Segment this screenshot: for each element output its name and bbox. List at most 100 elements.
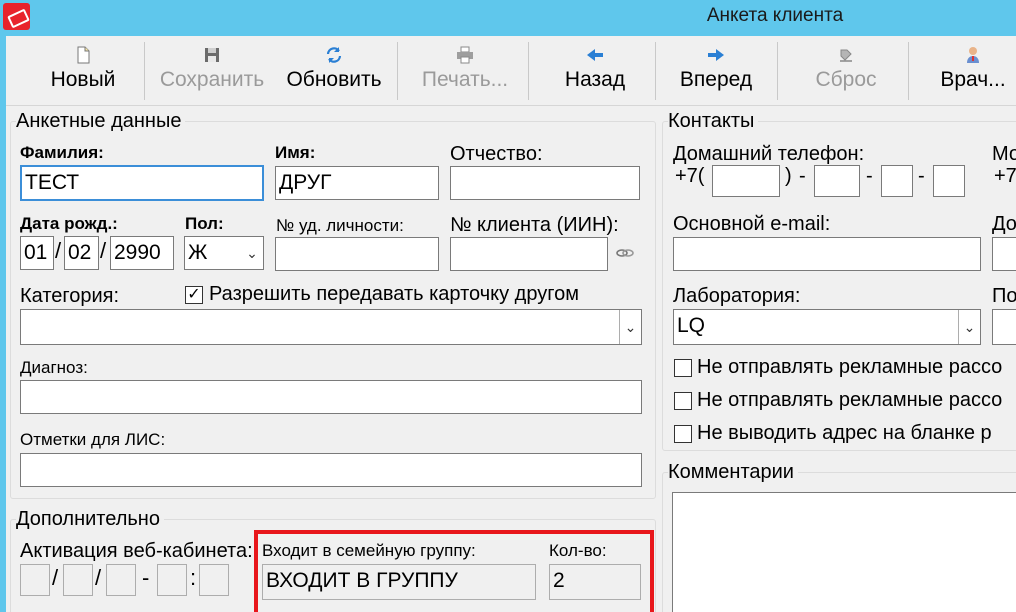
patronymic-label: Отчество:: [450, 143, 543, 165]
web-cabinet-field-4[interactable]: [157, 564, 187, 596]
floppy-disk-icon: [205, 48, 219, 62]
no-ads-label-2: Не отправлять рекламные рассо: [697, 389, 1003, 411]
mobile-phone-prefix: +7: [994, 165, 1016, 187]
email-label: Основной e-mail:: [673, 213, 831, 235]
refresh-button-label: Обновить: [286, 68, 382, 91]
phone-part1-input[interactable]: [814, 165, 860, 197]
laboratory-label: Лаборатория:: [673, 285, 801, 307]
category-label: Категория:: [20, 285, 120, 307]
back-button-label: Назад: [564, 68, 626, 91]
category-select[interactable]: ⌄: [20, 309, 642, 345]
doctor-button[interactable]: Врач...: [930, 42, 1016, 102]
additional-contact-label: До: [992, 213, 1016, 235]
lis-notes-input[interactable]: [20, 453, 642, 487]
birth-year-input[interactable]: 2990: [110, 236, 174, 270]
no-ads-checkbox-1[interactable]: [674, 359, 692, 377]
gender-value: Ж: [188, 241, 208, 264]
web-cabinet-separator: :: [190, 565, 197, 590]
chevron-down-icon[interactable]: ⌄: [619, 310, 641, 344]
highlight-frame: [254, 530, 654, 612]
surname-input[interactable]: ТЕСТ: [20, 165, 264, 201]
phone-prefix: +7(: [675, 165, 705, 187]
home-phone-label: Домашний телефон:: [673, 143, 865, 165]
birth-day-input[interactable]: 01: [20, 236, 54, 270]
diagnosis-label: Диагноз:: [20, 358, 88, 377]
printer-icon: [457, 46, 473, 64]
chevron-down-icon[interactable]: ⌄: [241, 237, 263, 269]
name-label: Имя:: [275, 143, 316, 162]
allow-transfer-label: Разрешить передавать карточку другом: [209, 283, 579, 305]
forward-button-label: Вперед: [679, 68, 753, 91]
laboratory-value: LQ: [677, 314, 706, 337]
web-cabinet-separator: /: [95, 565, 102, 590]
new-document-icon: [77, 46, 90, 64]
doctor-button-label: Врач...: [940, 68, 1006, 91]
extra-field-input[interactable]: [992, 309, 1016, 345]
arrow-right-icon: [708, 49, 724, 61]
phone-part2-input[interactable]: [881, 165, 913, 197]
web-cabinet-field-1[interactable]: [20, 564, 50, 596]
phone-bracket: ): [785, 165, 792, 187]
comments-title: Комментарии: [668, 461, 798, 484]
date-separator: /: [100, 238, 107, 263]
hide-address-checkbox[interactable]: [674, 425, 692, 443]
phone-part3-input[interactable]: [933, 165, 965, 197]
contacts-title: Контакты: [668, 110, 759, 133]
window-frame-left: [0, 36, 6, 612]
chevron-down-icon[interactable]: ⌄: [958, 310, 980, 344]
arrow-left-icon: [587, 49, 603, 61]
new-button[interactable]: Новый: [40, 42, 126, 102]
phone-dash: -: [918, 165, 925, 187]
lis-notes-label: Отметки для ЛИС:: [20, 430, 166, 449]
web-cabinet-field-3[interactable]: [106, 564, 136, 596]
toolbar-separator: [655, 42, 656, 100]
gender-label: Пол:: [185, 214, 224, 233]
reset-button[interactable]: Сброс: [800, 42, 892, 102]
extra-field-label: По: [992, 285, 1016, 307]
toolbar-separator: [528, 42, 529, 100]
toolbar-separator: [397, 42, 398, 100]
app-icon[interactable]: [3, 3, 30, 30]
link-icon[interactable]: [616, 246, 634, 260]
diagnosis-input[interactable]: [20, 380, 642, 414]
client-number-label: № клиента (ИИН):: [450, 214, 619, 236]
patronymic-input[interactable]: [450, 166, 640, 200]
web-cabinet-separator: -: [142, 565, 150, 590]
additional-title: Дополнительно: [16, 508, 164, 531]
forward-button[interactable]: Вперед: [668, 42, 764, 102]
window-title: Анкета клиента: [706, 5, 844, 26]
date-separator: /: [55, 238, 62, 263]
web-cabinet-field-2[interactable]: [63, 564, 93, 596]
refresh-icon: [326, 47, 342, 63]
back-button[interactable]: Назад: [550, 42, 640, 102]
toolbar-separator: [777, 42, 778, 100]
title-bar: Анкета клиента: [0, 0, 1016, 36]
toolbar-separator: [908, 42, 909, 100]
birth-month-input[interactable]: 02: [64, 236, 99, 270]
print-button[interactable]: Печать...: [410, 42, 520, 102]
name-input[interactable]: ДРУГ: [275, 166, 439, 200]
save-button[interactable]: Сохранить: [154, 42, 270, 102]
client-number-input[interactable]: [450, 237, 608, 271]
web-cabinet-label: Активация веб-кабинета:: [20, 540, 253, 562]
new-button-label: Новый: [50, 68, 116, 91]
id-document-label: № уд. личности:: [276, 216, 404, 235]
mobile-phone-label: Мо: [992, 143, 1016, 165]
phone-code-input[interactable]: [712, 165, 780, 197]
toolbar-separator: [144, 42, 145, 100]
laboratory-select[interactable]: LQ ⌄: [673, 309, 981, 345]
refresh-button[interactable]: Обновить: [282, 42, 386, 102]
web-cabinet-separator: /: [52, 565, 59, 590]
allow-transfer-checkbox[interactable]: ✓: [185, 286, 203, 304]
additional-contact-input[interactable]: [992, 237, 1016, 271]
gender-select[interactable]: Ж ⌄: [184, 236, 264, 270]
print-button-label: Печать...: [421, 68, 509, 91]
id-document-input[interactable]: [275, 237, 439, 271]
reset-icon: [840, 49, 852, 62]
no-ads-label-1: Не отправлять рекламные рассо: [697, 356, 1003, 378]
comments-textarea[interactable]: [672, 492, 1016, 612]
hide-address-label: Не выводить адрес на бланке р: [697, 422, 992, 444]
web-cabinet-field-5[interactable]: [199, 564, 229, 596]
no-ads-checkbox-2[interactable]: [674, 392, 692, 410]
email-input[interactable]: [673, 237, 981, 271]
